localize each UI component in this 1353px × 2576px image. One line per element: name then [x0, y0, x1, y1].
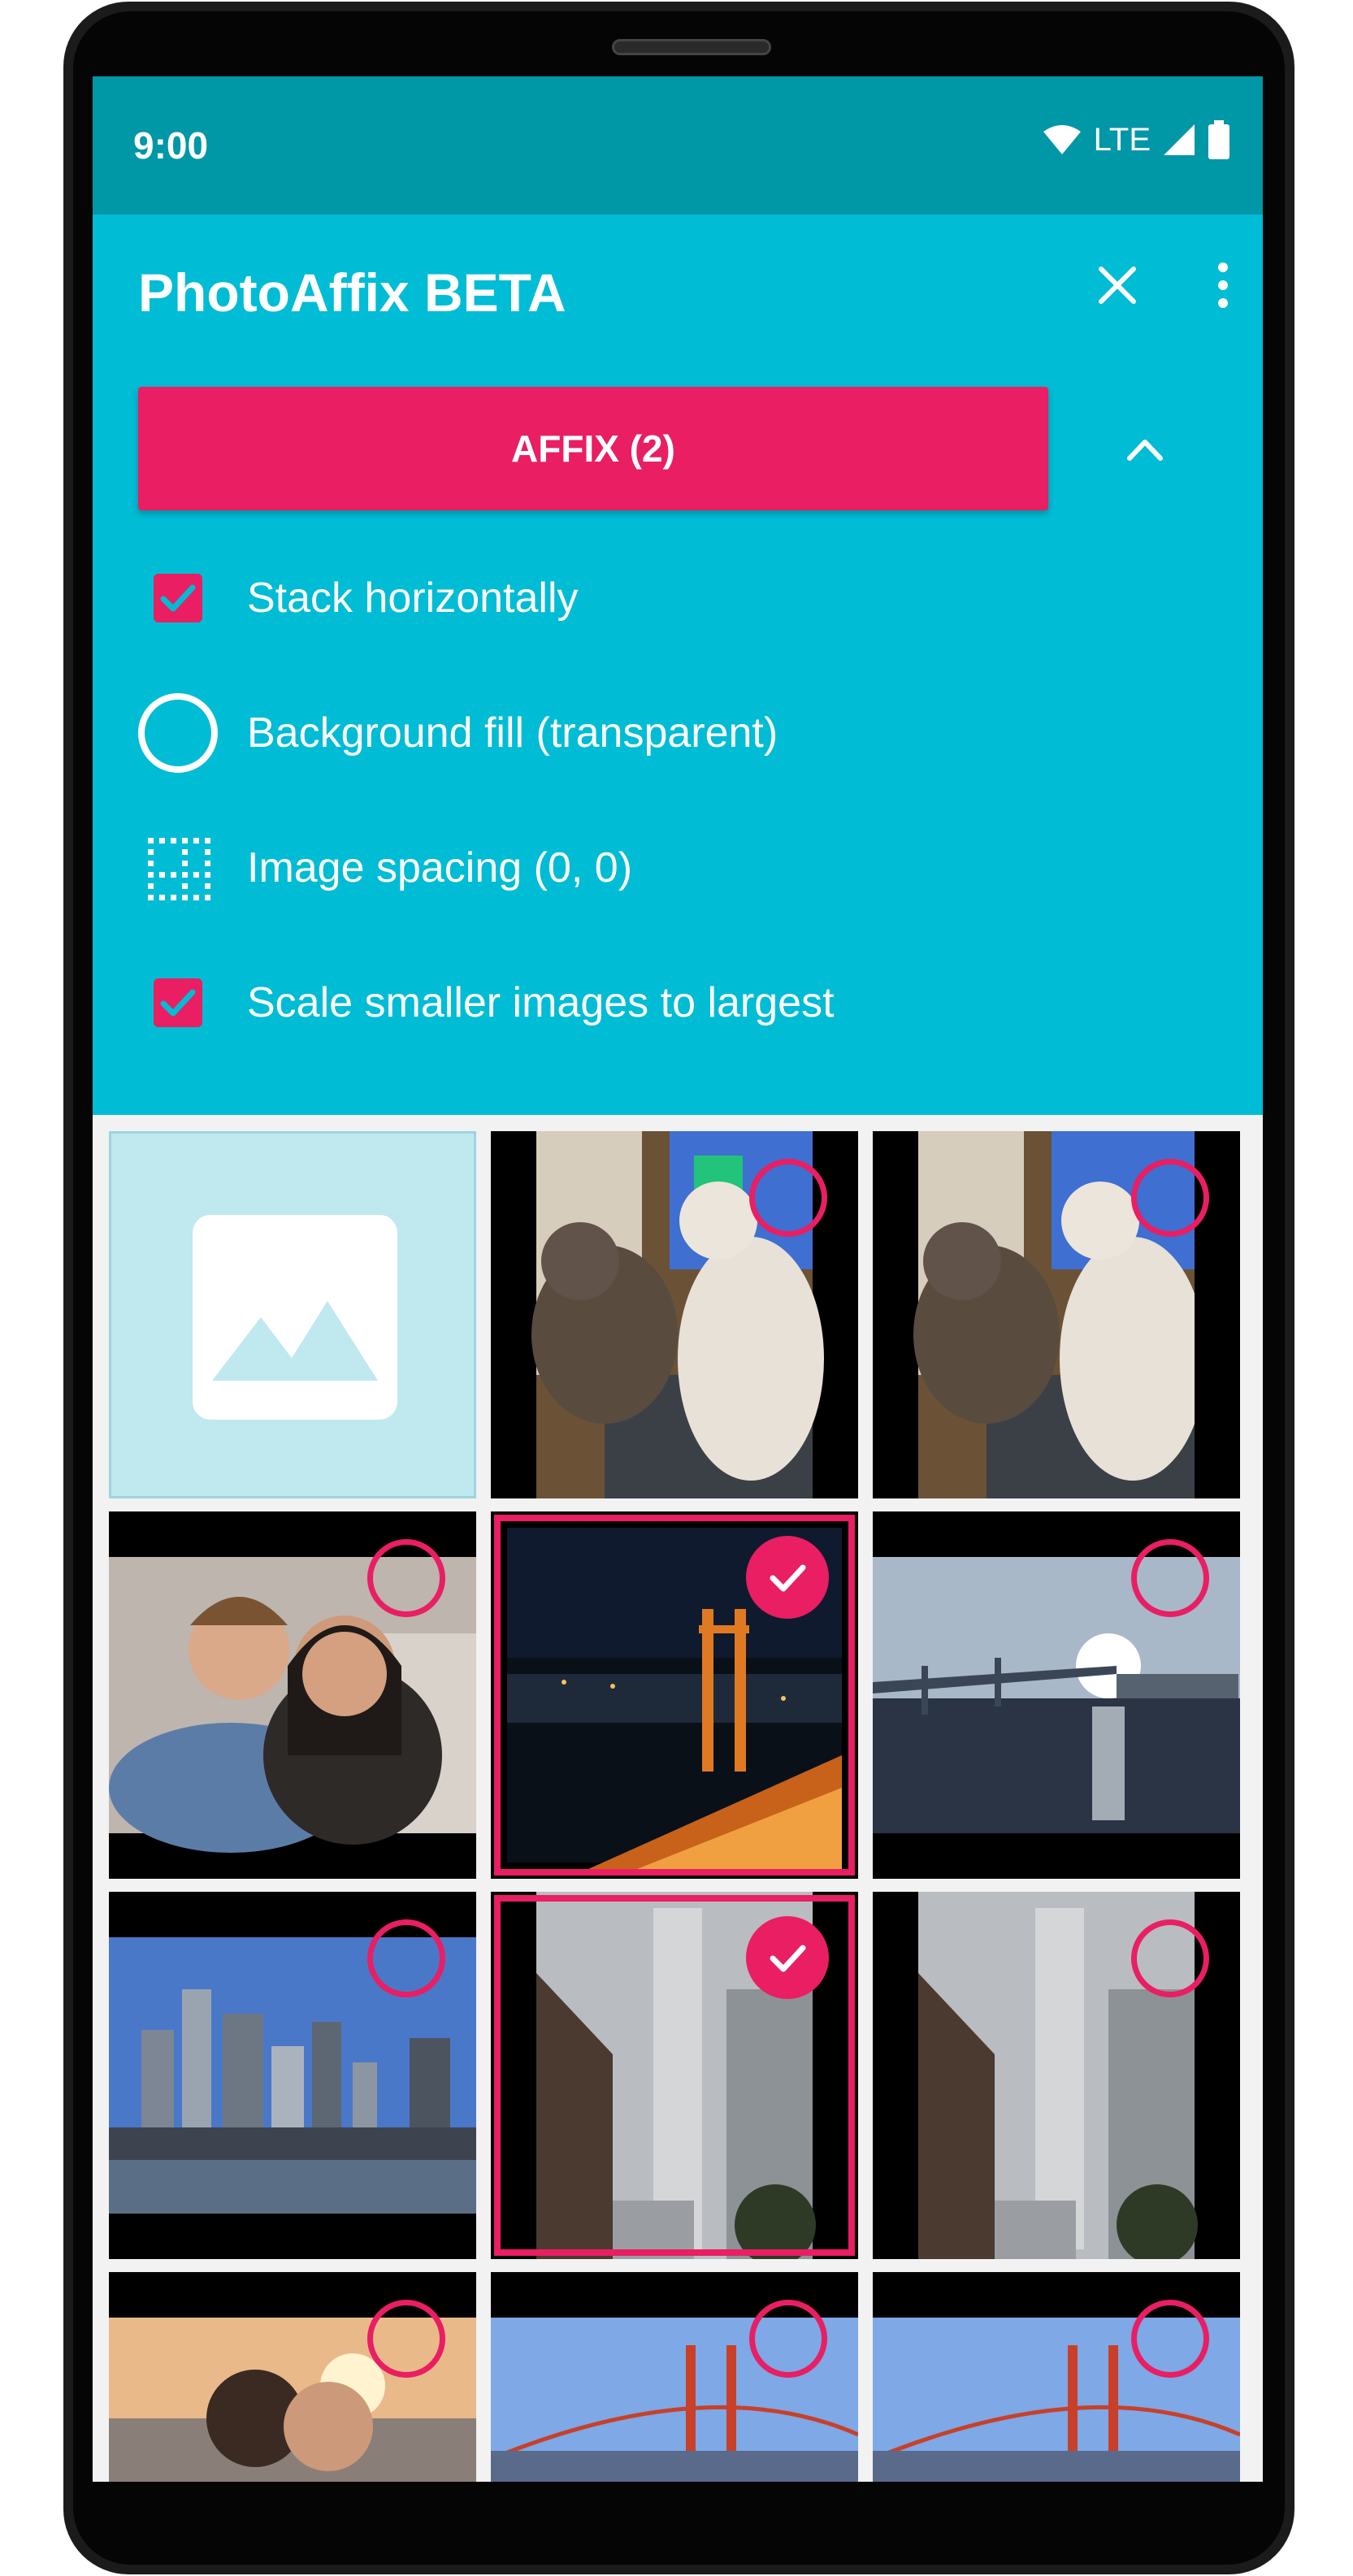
checkbox-checked-icon[interactable] — [133, 553, 223, 643]
selected-check-icon[interactable] — [746, 1536, 829, 1619]
selected-check-icon[interactable] — [746, 1916, 829, 1999]
option-background-fill[interactable]: Background fill (transparent) — [133, 684, 778, 782]
image-grid — [93, 1115, 1263, 2482]
image-placeholder-icon — [193, 1215, 397, 1420]
option-image-spacing[interactable]: Image spacing (0, 0) — [133, 819, 632, 917]
network-label: LTE — [1093, 121, 1151, 158]
app-screen: 9:00 LTE PhotoAffix BETA AFFIX (2) Stack… — [93, 76, 1263, 2482]
select-circle-icon[interactable] — [367, 2300, 445, 2378]
photo-tile[interactable] — [109, 1892, 476, 2259]
chevron-up-icon — [1127, 440, 1163, 461]
photo-tile-selected[interactable] — [491, 1892, 858, 2259]
select-circle-icon[interactable] — [367, 1539, 445, 1617]
app-title: PhotoAffix BETA — [138, 262, 566, 323]
app-bar: PhotoAffix BETA AFFIX (2) Stack horizont… — [93, 215, 1263, 1115]
select-circle-icon[interactable] — [367, 1919, 445, 1997]
option-label: Background fill (transparent) — [247, 709, 778, 757]
more-options-button[interactable] — [1195, 257, 1251, 314]
collapse-button[interactable] — [1108, 413, 1182, 486]
option-label: Scale smaller images to largest — [247, 979, 835, 1026]
select-circle-icon[interactable] — [749, 1159, 827, 1237]
checkbox-checked-icon[interactable] — [133, 958, 223, 1047]
option-stack-horizontally[interactable]: Stack horizontally — [133, 549, 579, 647]
photo-tile[interactable] — [491, 1131, 858, 1498]
affix-button[interactable]: AFFIX (2) — [138, 387, 1048, 510]
photo-tile[interactable] — [109, 1511, 476, 1879]
spacing-grid-icon — [133, 823, 223, 913]
image-placeholder-tile[interactable] — [109, 1131, 476, 1498]
status-icons: LTE — [1042, 120, 1230, 159]
select-circle-icon[interactable] — [1131, 2300, 1209, 2378]
photo-tile[interactable] — [873, 1511, 1240, 1879]
photo-tile-selected[interactable] — [491, 1511, 858, 1879]
status-bar: 9:00 LTE — [93, 76, 1263, 215]
battery-icon — [1208, 120, 1229, 159]
select-circle-icon[interactable] — [1131, 1159, 1209, 1237]
photo-tile[interactable] — [873, 1892, 1240, 2259]
phone-speaker — [612, 39, 771, 55]
circle-outline-icon — [133, 688, 223, 778]
photo-tile[interactable] — [109, 2272, 476, 2482]
option-scale-images[interactable]: Scale smaller images to largest — [133, 954, 835, 1052]
option-label: Image spacing (0, 0) — [247, 844, 633, 891]
signal-icon — [1164, 124, 1195, 155]
option-label: Stack horizontally — [247, 575, 579, 622]
photo-tile[interactable] — [873, 1131, 1240, 1498]
photo-tile[interactable] — [873, 2272, 1240, 2482]
close-button[interactable] — [1089, 257, 1146, 314]
select-circle-icon[interactable] — [1131, 1539, 1209, 1617]
photo-tile[interactable] — [491, 2272, 858, 2482]
close-icon — [1099, 267, 1136, 304]
more-vert-icon — [1218, 262, 1228, 308]
select-circle-icon[interactable] — [1131, 1919, 1209, 1997]
wifi-icon — [1043, 125, 1081, 154]
status-time: 9:00 — [133, 124, 209, 167]
select-circle-icon[interactable] — [749, 2300, 827, 2378]
